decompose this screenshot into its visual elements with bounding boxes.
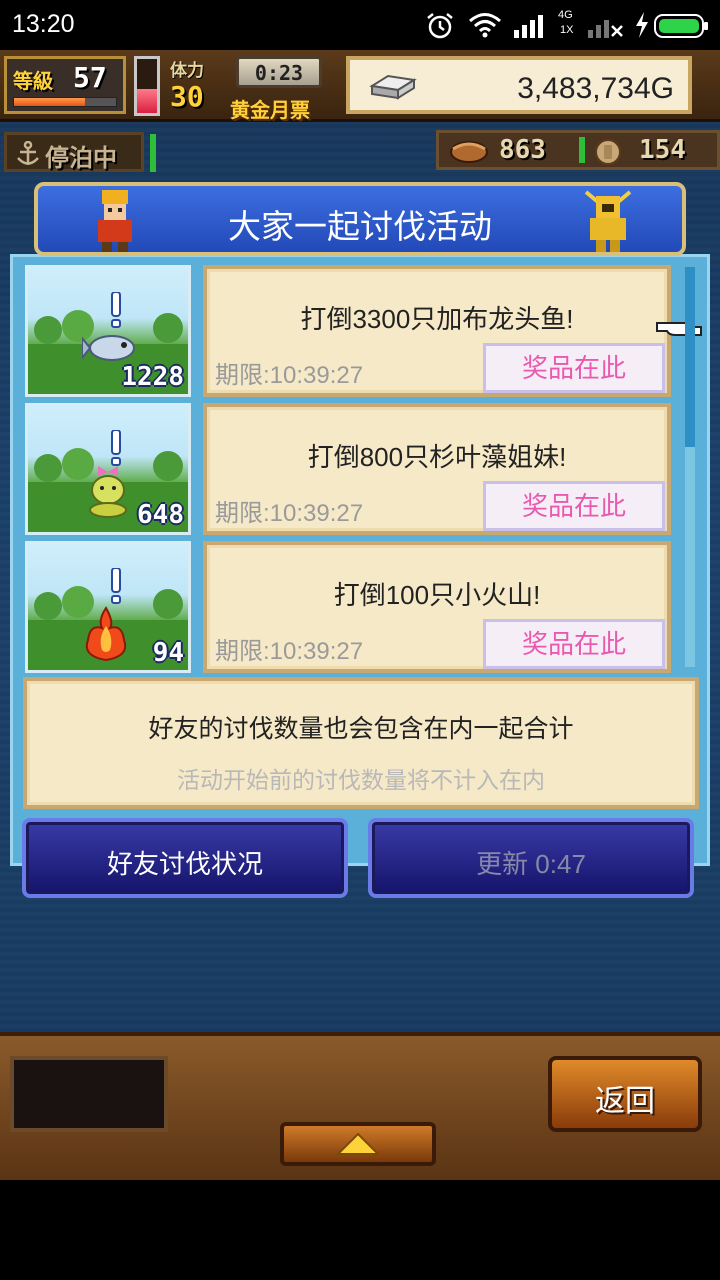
kill-count: 648 xyxy=(137,500,184,530)
signal-secondary-icon xyxy=(588,20,623,38)
reward-button[interactable]: 奖品在此 xyxy=(483,619,665,669)
stamina-timer: 0:23 xyxy=(236,56,322,88)
bottom-bar: 返回 xyxy=(0,1032,720,1180)
network-type: 4G xyxy=(558,9,573,21)
reward-button[interactable]: 奖品在此 xyxy=(483,481,665,531)
seaweed-sister-icon xyxy=(89,466,127,518)
level-progress-fill xyxy=(14,98,86,106)
coin-count: 154 xyxy=(639,135,686,165)
expand-menu-button[interactable] xyxy=(280,1122,436,1166)
gold-ticket-label[interactable]: 黄金月票 xyxy=(230,94,310,123)
mission-card: 打倒3300只加布龙头鱼! 期限:10:39:27 奖品在此 xyxy=(203,265,671,397)
level-progress-bar xyxy=(13,97,117,107)
golden-knight-icon xyxy=(584,190,632,252)
top-hud: 等級 57 体力 30 0:23 黄金月票 3,483,734G 停泊中 863… xyxy=(0,50,720,172)
level-value: 57 xyxy=(73,61,107,94)
mission-deadline: 期限:10:39:27 xyxy=(215,638,364,665)
charging-icon xyxy=(636,12,648,38)
navigation-strip xyxy=(0,1180,720,1280)
kill-count: 1228 xyxy=(121,362,184,392)
alert-icon xyxy=(111,292,121,328)
mission-item: 94 打倒100只小火山! 期限:10:39:27 奖品在此 xyxy=(25,541,675,673)
scrollbar-thumb[interactable] xyxy=(685,267,695,447)
info-sub-text: 活动开始前的讨伐数量将不计入在内 xyxy=(177,767,545,793)
silver-bar-icon xyxy=(369,74,417,100)
mission-thumbnail: 1228 xyxy=(25,265,191,397)
friend-status-button[interactable]: 好友讨伐状况 xyxy=(22,818,348,898)
stamina-timer-value: 0:23 xyxy=(254,61,304,85)
coin-icon xyxy=(595,139,621,165)
resource-box: 863 154 xyxy=(436,130,720,170)
stamina-label: 体力 xyxy=(170,61,204,81)
mission-deadline: 期限:10:39:27 xyxy=(215,500,364,527)
network-subtype: 1X xyxy=(560,24,574,36)
event-panel: 1228 打倒3300只加布龙头鱼! 期限:10:39:27 奖品在此 648 … xyxy=(10,254,710,866)
mission-card: 打倒800只杉叶藻姐妹! 期限:10:39:27 奖品在此 xyxy=(203,403,671,535)
refresh-label: 更新 0:47 xyxy=(476,849,586,879)
stamina-gauge xyxy=(134,56,160,116)
level-label: 等級 xyxy=(13,69,53,93)
docked-status: 停泊中 xyxy=(4,132,144,172)
mission-scrollbar[interactable] xyxy=(685,267,695,667)
mission-text: 打倒100只小火山! xyxy=(333,580,541,610)
mission-text: 打倒800只杉叶藻姐妹! xyxy=(307,442,567,472)
mission-item: 1228 打倒3300只加布龙头鱼! 期限:10:39:27 奖品在此 xyxy=(25,265,702,397)
docked-indicator xyxy=(150,134,156,172)
refresh-button[interactable]: 更新 0:47 xyxy=(368,818,694,898)
pointing-hand-icon xyxy=(656,322,702,336)
alert-icon xyxy=(111,430,121,466)
mission-item: 648 打倒800只杉叶藻姐妹! 期限:10:39:27 奖品在此 xyxy=(25,403,675,535)
reward-button[interactable]: 奖品在此 xyxy=(483,343,665,393)
fish-monster-icon xyxy=(82,335,135,361)
mission-deadline: 期限:10:39:27 xyxy=(215,362,364,389)
stamina-value: 30 xyxy=(170,80,204,113)
arrow-up-icon xyxy=(336,1132,380,1155)
status-time: 13:20 xyxy=(12,10,75,38)
alarm-icon xyxy=(427,13,453,39)
docked-label: 停泊中 xyxy=(45,144,117,172)
food-count: 863 xyxy=(499,135,546,165)
back-label: 返回 xyxy=(595,1085,655,1118)
info-main-text: 好友的讨伐数量也会包含在内一起合计 xyxy=(148,715,574,743)
alert-icon xyxy=(111,568,121,604)
food-icon xyxy=(450,141,488,163)
resource-divider xyxy=(579,137,585,163)
back-button[interactable]: 返回 xyxy=(548,1056,702,1132)
mission-thumbnail: 648 xyxy=(25,403,191,535)
level-box: 等級 57 xyxy=(4,56,126,114)
stamina-gauge-fill xyxy=(137,88,157,113)
bottom-slot xyxy=(10,1056,168,1132)
game-screen: 等級 57 体力 30 0:23 黄金月票 3,483,734G 停泊中 863… xyxy=(0,50,720,1180)
money-value: 3,483,734G xyxy=(517,72,674,105)
anchor-icon xyxy=(17,141,39,165)
mission-card: 打倒100只小火山! 期限:10:39:27 奖品在此 xyxy=(203,541,671,673)
stamina-box: 体力 30 xyxy=(166,54,236,114)
kill-count: 94 xyxy=(152,638,184,668)
status-bar: 13:20 4G 1X xyxy=(0,0,720,50)
battery-icon xyxy=(654,14,708,38)
panel-title-bar: 大家一起讨伐活动 xyxy=(34,182,686,256)
money-box: 3,483,734G xyxy=(346,56,692,114)
signal-icon xyxy=(514,15,543,38)
friend-status-label: 好友讨伐状况 xyxy=(106,849,263,879)
mission-text: 打倒3300只加布龙头鱼! xyxy=(300,304,574,334)
wifi-icon xyxy=(469,13,501,38)
mission-thumbnail: 94 xyxy=(25,541,191,673)
small-volcano-icon xyxy=(85,606,127,662)
info-box: 好友的讨伐数量也会包含在内一起合计 活动开始前的讨伐数量将不计入在内 xyxy=(23,677,699,809)
